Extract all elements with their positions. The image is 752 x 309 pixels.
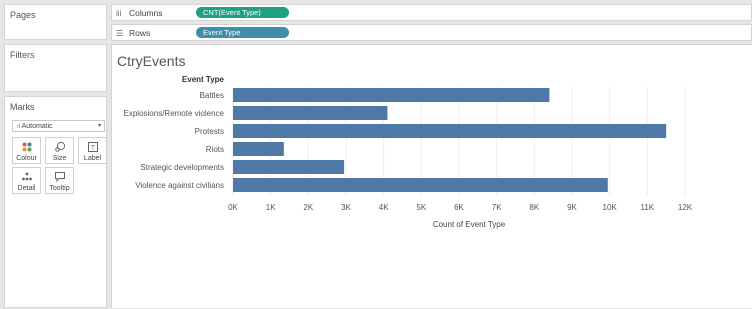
bar[interactable] [233,142,284,156]
svg-text:T: T [91,145,95,152]
category-label: Battles [200,91,224,100]
row-header: Event Type [182,75,225,84]
rows-shelf-label: ☰ Rows [116,28,150,38]
label-label: Label [83,155,102,162]
x-tick-label: 4K [379,203,389,212]
rows-pill[interactable]: Event Type [196,27,289,38]
colour-label: Colour [16,155,37,162]
mark-type-value: Automatic [21,123,53,130]
columns-label: Columns [129,8,163,18]
viz-area: CtryEvents Event Type Battles Explosions/R… [111,44,752,308]
detail-label: Detail [17,185,36,192]
colour-button[interactable]: Colour [12,137,41,164]
size-icon [46,140,73,154]
detail-icon [13,170,40,184]
x-tick-label: 5K [416,203,426,212]
x-axis-title: Count of Event Type [433,220,506,229]
category-label: Protests [195,127,224,136]
marks-title: Marks [10,102,35,112]
category-label: Riots [206,145,224,154]
columns-shelf[interactable]: iii Columns CNT(Event Type) [111,4,752,21]
columns-pill[interactable]: CNT(Event Type) [196,7,289,18]
x-tick-label: 3K [341,203,351,212]
detail-button[interactable]: Detail [12,167,41,194]
size-button[interactable]: Size [45,137,74,164]
pages-pane[interactable]: Pages [4,4,107,40]
rows-icon: ☰ [116,29,124,38]
x-tick-label: 1K [266,203,276,212]
bar-chart-icon: ıl [17,124,20,130]
x-tick-label: 2K [303,203,313,212]
chevron-down-icon: ▾ [97,123,101,129]
x-tick-label: 0K [228,203,238,212]
bar-chart: Event Type Battles Explosions/Remote viole… [124,75,693,229]
filters-pane[interactable]: Filters [4,44,107,92]
size-label: Size [52,155,67,162]
x-tick-label: 11K [641,203,655,212]
bar[interactable] [233,160,345,174]
tooltip-label: Tooltip [49,185,70,192]
marks-card: Marks ıl Automatic ▾ Colour Size T Label… [4,96,107,308]
bar[interactable] [233,88,550,102]
mark-type-dropdown[interactable]: ıl Automatic ▾ [12,120,105,132]
columns-shelf-label: iii Columns [116,8,163,18]
x-tick-label: 9K [567,203,577,212]
category-label: Violence against civilians [135,181,224,190]
x-tick-label: 6K [454,203,464,212]
x-tick-label: 7K [492,203,502,212]
colour-icon [13,140,40,154]
label-button[interactable]: T Label [78,137,107,164]
tooltip-button[interactable]: Tooltip [45,167,74,194]
category-label: Explosions/Remote violence [124,109,225,118]
tooltip-icon [46,170,73,184]
columns-icon: iii [116,9,122,18]
category-label: Strategic developments [140,163,224,172]
filters-title: Filters [10,50,35,60]
bar[interactable] [233,106,388,120]
rows-label: Rows [129,28,151,38]
label-icon: T [79,140,106,154]
x-tick-label: 12K [678,203,693,212]
pages-title: Pages [10,10,36,20]
x-tick-label: 8K [529,203,539,212]
x-tick-label: 10K [603,203,618,212]
bar[interactable] [233,178,608,192]
bar[interactable] [233,124,667,138]
rows-shelf[interactable]: ☰ Rows Event Type [111,24,752,41]
